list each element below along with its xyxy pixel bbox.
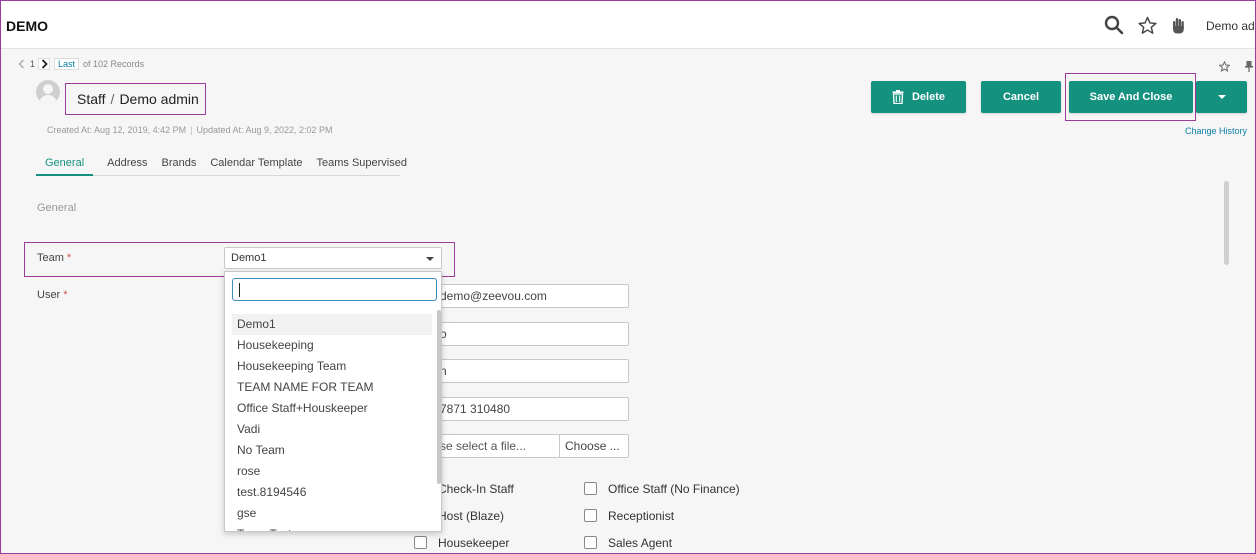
tab-brands[interactable]: Brands [162, 152, 197, 176]
pin-icon[interactable] [1244, 59, 1254, 77]
choose-file-button[interactable]: Choose ... [559, 435, 628, 457]
tab-general[interactable]: General [36, 152, 94, 176]
record-tabs: General Address Brands Calendar Template… [36, 152, 407, 176]
save-and-close-button[interactable]: Save And Close [1069, 81, 1193, 113]
dropdown-option[interactable]: TEAM NAME FOR TEAM [232, 377, 432, 398]
team-label: Team * [37, 252, 72, 264]
created-at: Created At: Aug 12, 2019, 4:42 PM [47, 125, 187, 135]
tab-address[interactable]: Address [107, 152, 147, 176]
team-dropdown: Demo1 Housekeeping Housekeeping Team TEA… [224, 271, 442, 532]
search-icon[interactable] [1103, 14, 1125, 36]
current-record-number: 1 [30, 59, 36, 69]
role-label: Check-In Staff [438, 482, 514, 496]
avatar [36, 80, 60, 104]
prev-record-button[interactable] [15, 58, 27, 70]
role-label: Housekeeper [438, 536, 510, 550]
trash-icon [892, 90, 904, 104]
hand-icon[interactable] [1167, 14, 1189, 36]
checkbox-sales-agent[interactable] [584, 536, 597, 549]
role-label: Host (Blaze) [438, 509, 505, 523]
file-placeholder[interactable]: se select a file... [432, 435, 559, 457]
star-icon[interactable] [1136, 14, 1158, 36]
dropdown-option[interactable]: Demo1 [232, 314, 432, 335]
tab-calendar-template[interactable]: Calendar Template [210, 152, 302, 176]
favorite-star-icon[interactable] [1218, 59, 1231, 77]
record-name: Demo admin [119, 91, 199, 107]
dropdown-option[interactable]: rose [232, 461, 432, 482]
dropdown-option[interactable]: Housekeeping Team [232, 356, 432, 377]
checkbox-receptionist[interactable] [584, 509, 597, 522]
user-menu[interactable]: Demo admin [1206, 19, 1255, 33]
page-title: Staff / Demo admin [65, 83, 206, 115]
checkbox-office-staff[interactable] [584, 482, 597, 495]
role-label: Sales Agent [608, 536, 673, 550]
team-select[interactable]: Demo1 [224, 247, 442, 269]
save-options-dropdown-button[interactable] [1196, 81, 1247, 113]
change-history-link[interactable]: Change History [1185, 126, 1247, 136]
record-view: 1 Last of 102 Records Staff / Demo admin… [1, 49, 1255, 553]
section-heading: General [37, 202, 77, 214]
team-selected-value: Demo1 [231, 252, 267, 264]
dropdown-scrollbar[interactable] [437, 310, 441, 484]
tab-teams-supervised[interactable]: Teams Supervised [317, 152, 408, 176]
title-separator: / [110, 91, 115, 107]
last-record-button[interactable]: Last [54, 58, 80, 70]
last-name-field[interactable]: n [431, 359, 629, 383]
dropdown-option[interactable]: Office Staff+Houskeeper [232, 398, 432, 419]
top-bar: DEMO Demo admin [1, 1, 1255, 49]
role-label: Receptionist [608, 509, 675, 523]
role-label: Office Staff (No Finance) [608, 482, 740, 496]
entity-label: Staff [77, 91, 106, 107]
first-name-field[interactable]: o [431, 322, 629, 346]
dropdown-options: Demo1 Housekeeping Housekeeping Team TEA… [232, 314, 432, 531]
dropdown-option[interactable]: No Team [232, 440, 432, 461]
cancel-button[interactable]: Cancel [981, 81, 1061, 113]
dropdown-option[interactable]: Team Test [232, 524, 432, 531]
record-meta: Created At: Aug 12, 2019, 4:42 PM | Update… [47, 125, 333, 135]
text-cursor [239, 283, 240, 297]
dropdown-option[interactable]: gse [232, 503, 432, 524]
chevron-down-icon [426, 257, 434, 261]
checkbox-housekeeper[interactable] [414, 536, 427, 549]
caret-down-icon [1217, 95, 1226, 99]
dropdown-option[interactable]: test.8194546 [232, 482, 432, 503]
updated-at: Updated At: Aug 9, 2022, 2:02 PM [196, 125, 333, 135]
dropdown-option[interactable]: Vadi [232, 419, 432, 440]
file-upload: se select a file... Choose ... [431, 434, 629, 458]
delete-button[interactable]: Delete [871, 81, 966, 113]
next-record-button[interactable] [38, 58, 51, 70]
user-label: User * [37, 289, 68, 301]
record-count: of 102 Records [83, 59, 145, 69]
app-frame: DEMO Demo admin 1 Last of 102 Records [0, 0, 1256, 554]
dropdown-search-input[interactable] [232, 278, 437, 301]
dropdown-option[interactable]: Housekeeping [232, 335, 432, 356]
record-pager: 1 Last of 102 Records [15, 57, 144, 71]
brand-logo[interactable]: DEMO [6, 18, 48, 34]
page-scrollbar[interactable] [1224, 181, 1229, 265]
phone-field[interactable]: 7871 310480 [431, 397, 629, 421]
email-field[interactable]: demo@zeevou.com [431, 284, 629, 308]
